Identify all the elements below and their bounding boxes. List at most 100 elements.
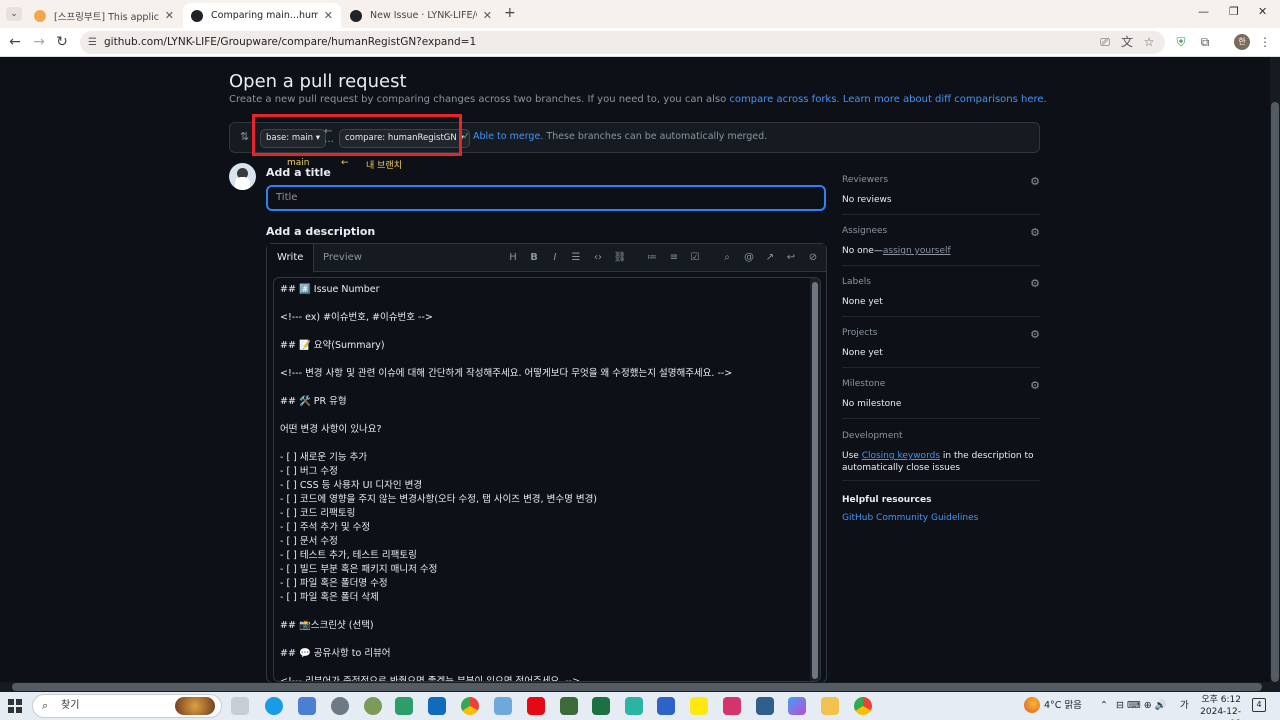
tab-search-icon[interactable]: ⌄ (6, 7, 22, 21)
reply-icon[interactable]: ↩ (783, 250, 799, 266)
search-icon: ⌕ (42, 699, 49, 712)
new-tab-icon[interactable]: + (504, 5, 516, 21)
description-line (280, 661, 800, 675)
windows-taskbar: ⌕ 찾기 4°C 맑음 ⌃ ⊟ ⌨ ⊕ 🔊 가 오후 6:12 2024-12-… (0, 692, 1280, 720)
translate-icon[interactable]: 文 (1118, 33, 1136, 51)
reload-icon[interactable]: ↻ (53, 33, 71, 51)
browser-tab-1[interactable]: [스프링부트] This application ha ✕ (26, 3, 182, 28)
chrome-active-icon[interactable] (854, 697, 872, 715)
assign-yourself-link[interactable]: assign yourself (883, 246, 951, 256)
milestone-label: Milestone (842, 379, 886, 389)
kakaotalk-icon[interactable] (690, 697, 708, 715)
page-horizontal-scrollbar[interactable] (0, 682, 1280, 692)
file-explorer-icon[interactable] (821, 697, 839, 715)
app-icon-17[interactable] (756, 697, 774, 715)
assignees-gear-icon[interactable]: ⚙ (1030, 226, 1040, 239)
slash-command-icon[interactable]: ⊘ (805, 250, 821, 266)
ordered-list-icon[interactable]: ≔ (644, 250, 660, 266)
tab-close-icon[interactable]: ✕ (483, 9, 492, 22)
browser-tab-3[interactable]: New Issue · LYNK-LIFE/Groupw ✕ (342, 3, 500, 28)
notification-icon[interactable]: 4 (1252, 698, 1266, 712)
app-icon-13[interactable] (625, 697, 643, 715)
address-bar-row: ← → ↻ ☰ github.com/LYNK-LIFE/Groupware/c… (0, 28, 1280, 57)
clock-time: 오후 6:12 (1201, 695, 1241, 705)
avatar[interactable] (229, 163, 256, 190)
netflix-icon[interactable] (527, 697, 545, 715)
browser-tab-bar: ⌄ [스프링부트] This application ha ✕ Comparin… (0, 0, 1280, 28)
back-icon[interactable]: ← (6, 33, 24, 51)
windows-start-icon[interactable] (8, 699, 22, 713)
tray-icons[interactable]: ⊟ ⌨ ⊕ 🔊 (1116, 692, 1167, 720)
app-icon-9[interactable] (494, 697, 512, 715)
url-field[interactable]: ☰ github.com/LYNK-LIFE/Groupware/compare… (80, 31, 1165, 54)
browser-menu-icon[interactable]: ⋮ (1256, 33, 1274, 51)
community-guidelines-link[interactable]: GitHub Community Guidelines (842, 513, 978, 523)
projects-gear-icon[interactable]: ⚙ (1030, 328, 1040, 341)
tab-write[interactable]: Write (267, 244, 315, 273)
restore-icon[interactable]: ❐ (1229, 5, 1239, 18)
intellij-icon[interactable] (723, 697, 741, 715)
tab-close-icon[interactable]: ✕ (165, 9, 174, 22)
window-close-icon[interactable]: ✕ (1258, 5, 1267, 18)
highlight-annotation-box (252, 114, 462, 156)
italic-icon[interactable]: I (547, 250, 563, 266)
forward-icon[interactable]: → (30, 33, 48, 51)
check-icon: ✓ (462, 131, 470, 142)
bold-icon[interactable]: B (526, 250, 542, 266)
reviewers-gear-icon[interactable]: ⚙ (1030, 175, 1040, 188)
tab-close-icon[interactable]: ✕ (324, 9, 333, 22)
page-vertical-scrollbar[interactable] (1270, 57, 1280, 682)
merge-status: ✓ Able to merge. These branches can be a… (462, 131, 767, 142)
link-icon[interactable]: ⛓ (612, 250, 628, 266)
unordered-list-icon[interactable]: ≡ (666, 250, 682, 266)
tab-preview[interactable]: Preview (313, 244, 372, 273)
description-textarea[interactable]: ## #️⃣ Issue Number <!--- ex) #이슈번호, #이슈번… (273, 277, 821, 682)
minimize-icon[interactable]: — (1198, 5, 1209, 18)
store-icon[interactable] (395, 697, 413, 715)
extensions-icon[interactable]: ⧉ (1196, 33, 1214, 51)
learn-more-link[interactable]: Learn more about diff comparisons here. (843, 94, 1047, 105)
task-list-icon[interactable]: ☑ (687, 250, 703, 266)
description-line: - [ ] 코드 리팩토링 (280, 508, 356, 519)
code-icon[interactable]: ‹› (590, 250, 606, 266)
taskbar-search-box[interactable]: ⌕ 찾기 (32, 694, 222, 718)
milestone-gear-icon[interactable]: ⚙ (1030, 379, 1040, 392)
site-info-icon[interactable]: ☰ (88, 31, 97, 54)
task-view-icon[interactable] (231, 697, 249, 715)
heading-icon[interactable]: H (505, 250, 521, 266)
browser-tab-2[interactable]: Comparing main...humanRegistG ✕ (183, 3, 341, 28)
tray-overflow-icon[interactable]: ⌃ (1100, 692, 1108, 720)
textarea-scrollbar[interactable] (810, 278, 820, 681)
app-icon-5[interactable] (364, 697, 382, 715)
compare-forks-link[interactable]: compare across forks. (729, 94, 839, 105)
closing-keywords-link[interactable]: Closing keywords (862, 451, 940, 461)
excel-icon[interactable] (592, 697, 610, 715)
profile-avatar[interactable]: 한 (1234, 34, 1250, 50)
quote-icon[interactable]: ☰ (568, 250, 584, 266)
mention-icon[interactable]: @ (741, 250, 757, 266)
horizontal-scrollbar-thumb[interactable] (12, 683, 1262, 691)
title-input[interactable]: Title (266, 185, 826, 211)
labels-gear-icon[interactable]: ⚙ (1030, 277, 1040, 290)
calculator-icon[interactable] (298, 697, 316, 715)
maps-icon[interactable] (657, 697, 675, 715)
copilot-icon[interactable] (788, 697, 806, 715)
textarea-scrollbar-thumb[interactable] (812, 282, 818, 679)
edge-icon[interactable] (265, 697, 283, 715)
vertical-scrollbar-thumb[interactable] (1271, 102, 1279, 682)
merge-status-label: Able to merge. (473, 131, 544, 142)
ime-indicator[interactable]: 가 (1180, 692, 1189, 720)
weather-text[interactable]: 4°C 맑음 (1044, 692, 1082, 720)
development-section: Development Use Closing keywords in the … (842, 431, 1040, 481)
attach-icon[interactable]: ⌕ (719, 250, 735, 266)
app-icon-4[interactable] (331, 697, 349, 715)
projects-value: None yet (842, 348, 883, 358)
reference-icon[interactable]: ↗ (762, 250, 778, 266)
app-icon-11[interactable] (560, 697, 578, 715)
shield-extension-icon[interactable]: ⛨ (1172, 33, 1190, 51)
bookmark-star-icon[interactable]: ☆ (1140, 33, 1158, 51)
clock[interactable]: 오후 6:12 2024-12-08 (1197, 694, 1241, 720)
install-app-icon[interactable]: ⎚ (1096, 33, 1114, 51)
chrome-icon[interactable] (461, 697, 479, 715)
outlook-icon[interactable] (428, 697, 446, 715)
